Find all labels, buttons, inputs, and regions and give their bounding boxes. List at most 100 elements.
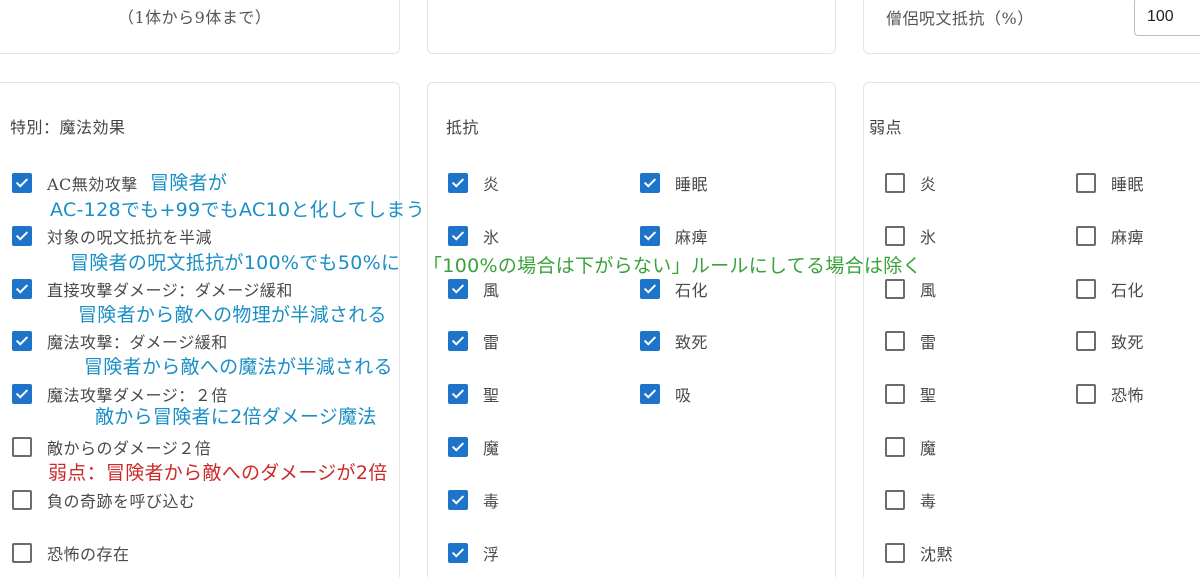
- special-effect-option[interactable]: 敵からのダメージ２倍: [12, 435, 211, 459]
- special-effect-option[interactable]: 魔法攻撃：ダメージ緩和: [12, 329, 228, 353]
- resist-title: 抵抗: [446, 118, 480, 137]
- checkbox-label: 吸: [675, 386, 692, 406]
- weakness-option[interactable]: 恐怖: [1076, 382, 1144, 406]
- priest-resist-input[interactable]: [1134, 0, 1200, 36]
- checkbox-label: 恐怖: [1111, 386, 1145, 406]
- checkbox-label: 致死: [1111, 333, 1145, 353]
- resist-option[interactable]: 聖: [448, 382, 500, 406]
- weakness-option[interactable]: 聖: [885, 382, 937, 406]
- resist-option[interactable]: 魔: [448, 435, 500, 459]
- resist-option[interactable]: 麻痺: [640, 224, 708, 248]
- checkbox-label: 氷: [920, 227, 937, 247]
- special-effect-option[interactable]: 恐怖の存在: [12, 541, 130, 565]
- resist-option[interactable]: 石化: [640, 277, 708, 301]
- special-effect-option[interactable]: 直接攻撃ダメージ：ダメージ緩和: [12, 277, 293, 301]
- weakness-option[interactable]: 炎: [885, 171, 937, 195]
- checkmark-icon: [15, 231, 29, 241]
- checkbox-checked[interactable]: [448, 225, 468, 246]
- weakness-option[interactable]: 麻痺: [1076, 224, 1144, 248]
- checkbox-checked[interactable]: [448, 384, 468, 405]
- checkbox-checked[interactable]: [640, 173, 660, 193]
- checkbox-unchecked[interactable]: [885, 437, 905, 457]
- resist-option[interactable]: 毒: [448, 488, 500, 512]
- checkmark-icon: [15, 178, 29, 188]
- special-effects-title: 特別：魔法効果: [10, 118, 126, 137]
- checkbox-unchecked[interactable]: [1076, 225, 1096, 246]
- checkmark-icon: [643, 389, 657, 399]
- checkbox-label: 致死: [675, 333, 709, 353]
- checkbox-checked[interactable]: [448, 437, 468, 457]
- checkbox-label: 麻痺: [1111, 227, 1145, 247]
- checkbox-checked[interactable]: [12, 384, 32, 405]
- checkbox-checked[interactable]: [448, 331, 468, 352]
- special-effect-option[interactable]: 対象の呪文抵抗を半減: [12, 224, 212, 248]
- weakness-option[interactable]: 雷: [885, 329, 937, 353]
- checkbox-unchecked[interactable]: [885, 331, 905, 352]
- checkbox-unchecked[interactable]: [12, 489, 32, 510]
- checkbox-checked[interactable]: [640, 384, 660, 405]
- checkbox-label: 炎: [483, 175, 500, 194]
- resist-option[interactable]: 致死: [640, 329, 708, 353]
- checkbox-label: 氷: [483, 227, 500, 247]
- weakness-option[interactable]: 沈黙: [885, 541, 953, 565]
- weakness-option[interactable]: 致死: [1076, 329, 1144, 353]
- checkbox-checked[interactable]: [12, 278, 32, 299]
- checkmark-icon: [451, 283, 465, 294]
- resist-option[interactable]: 浮: [448, 541, 500, 565]
- checkmark-icon: [451, 178, 465, 188]
- checkbox-checked[interactable]: [640, 225, 660, 246]
- resist-option[interactable]: 睡眠: [640, 171, 708, 195]
- checkbox-checked[interactable]: [640, 278, 660, 299]
- weakness-option[interactable]: 魔: [885, 435, 937, 459]
- checkbox-checked[interactable]: [12, 173, 32, 193]
- resist-option[interactable]: 炎: [448, 171, 500, 195]
- special-effect-option[interactable]: 負の奇跡を呼び込む: [12, 488, 196, 512]
- checkbox-checked[interactable]: [12, 331, 32, 352]
- weakness-option[interactable]: 睡眠: [1076, 171, 1144, 195]
- checkbox-checked[interactable]: [448, 173, 468, 193]
- checkbox-checked[interactable]: [448, 542, 468, 563]
- resist-option[interactable]: 吸: [640, 382, 692, 406]
- special-effect-option[interactable]: AC無効攻撃: [12, 171, 138, 195]
- checkbox-label: 麻痺: [675, 227, 709, 247]
- resist-option[interactable]: 氷: [448, 224, 500, 248]
- checkbox-unchecked[interactable]: [885, 384, 905, 405]
- checkbox-label: 雷: [483, 333, 500, 353]
- weakness-option[interactable]: 毒: [885, 488, 937, 512]
- checkbox-label: 魔: [483, 439, 500, 458]
- checkbox-unchecked[interactable]: [1076, 384, 1096, 405]
- weakness-option[interactable]: 氷: [885, 224, 937, 248]
- checkbox-checked[interactable]: [12, 225, 32, 246]
- checkbox-unchecked[interactable]: [885, 542, 905, 563]
- checkbox-label: AC無効攻撃: [47, 175, 138, 194]
- weakness-option[interactable]: 石化: [1076, 277, 1144, 301]
- checkbox-unchecked[interactable]: [1076, 331, 1096, 352]
- checkbox-unchecked[interactable]: [12, 437, 32, 457]
- checkbox-checked[interactable]: [448, 278, 468, 299]
- checkbox-unchecked[interactable]: [12, 542, 32, 563]
- checkmark-icon: [15, 336, 29, 347]
- checkmark-icon: [15, 283, 29, 294]
- checkbox-label: 風: [483, 280, 500, 300]
- annotation-double-magic: 敵から冒険者に2倍ダメージ魔法: [95, 406, 377, 428]
- checkbox-checked[interactable]: [448, 489, 468, 510]
- resist-option[interactable]: 風: [448, 277, 500, 301]
- checkbox-unchecked[interactable]: [885, 489, 905, 510]
- annotation-ac-1: 冒険者が: [150, 172, 228, 194]
- checkbox-checked[interactable]: [640, 331, 660, 352]
- resist-option[interactable]: 雷: [448, 329, 500, 353]
- checkbox-label: 毒: [920, 491, 937, 511]
- checkbox-label: 聖: [920, 386, 937, 406]
- checkbox-unchecked[interactable]: [885, 225, 905, 246]
- checkbox-unchecked[interactable]: [885, 173, 905, 193]
- party-size-hint: （1体から9体まで）: [118, 8, 272, 27]
- checkbox-label: 雷: [920, 333, 937, 353]
- checkbox-unchecked[interactable]: [1076, 278, 1096, 299]
- checkbox-label: 負の奇跡を呼び込む: [47, 491, 196, 511]
- checkbox-unchecked[interactable]: [1076, 173, 1096, 193]
- checkbox-label: 風: [920, 280, 937, 300]
- checkbox-label: 聖: [483, 386, 500, 406]
- weakness-option[interactable]: 風: [885, 277, 937, 301]
- checkbox-label: 石化: [675, 280, 709, 300]
- checkbox-unchecked[interactable]: [885, 278, 905, 299]
